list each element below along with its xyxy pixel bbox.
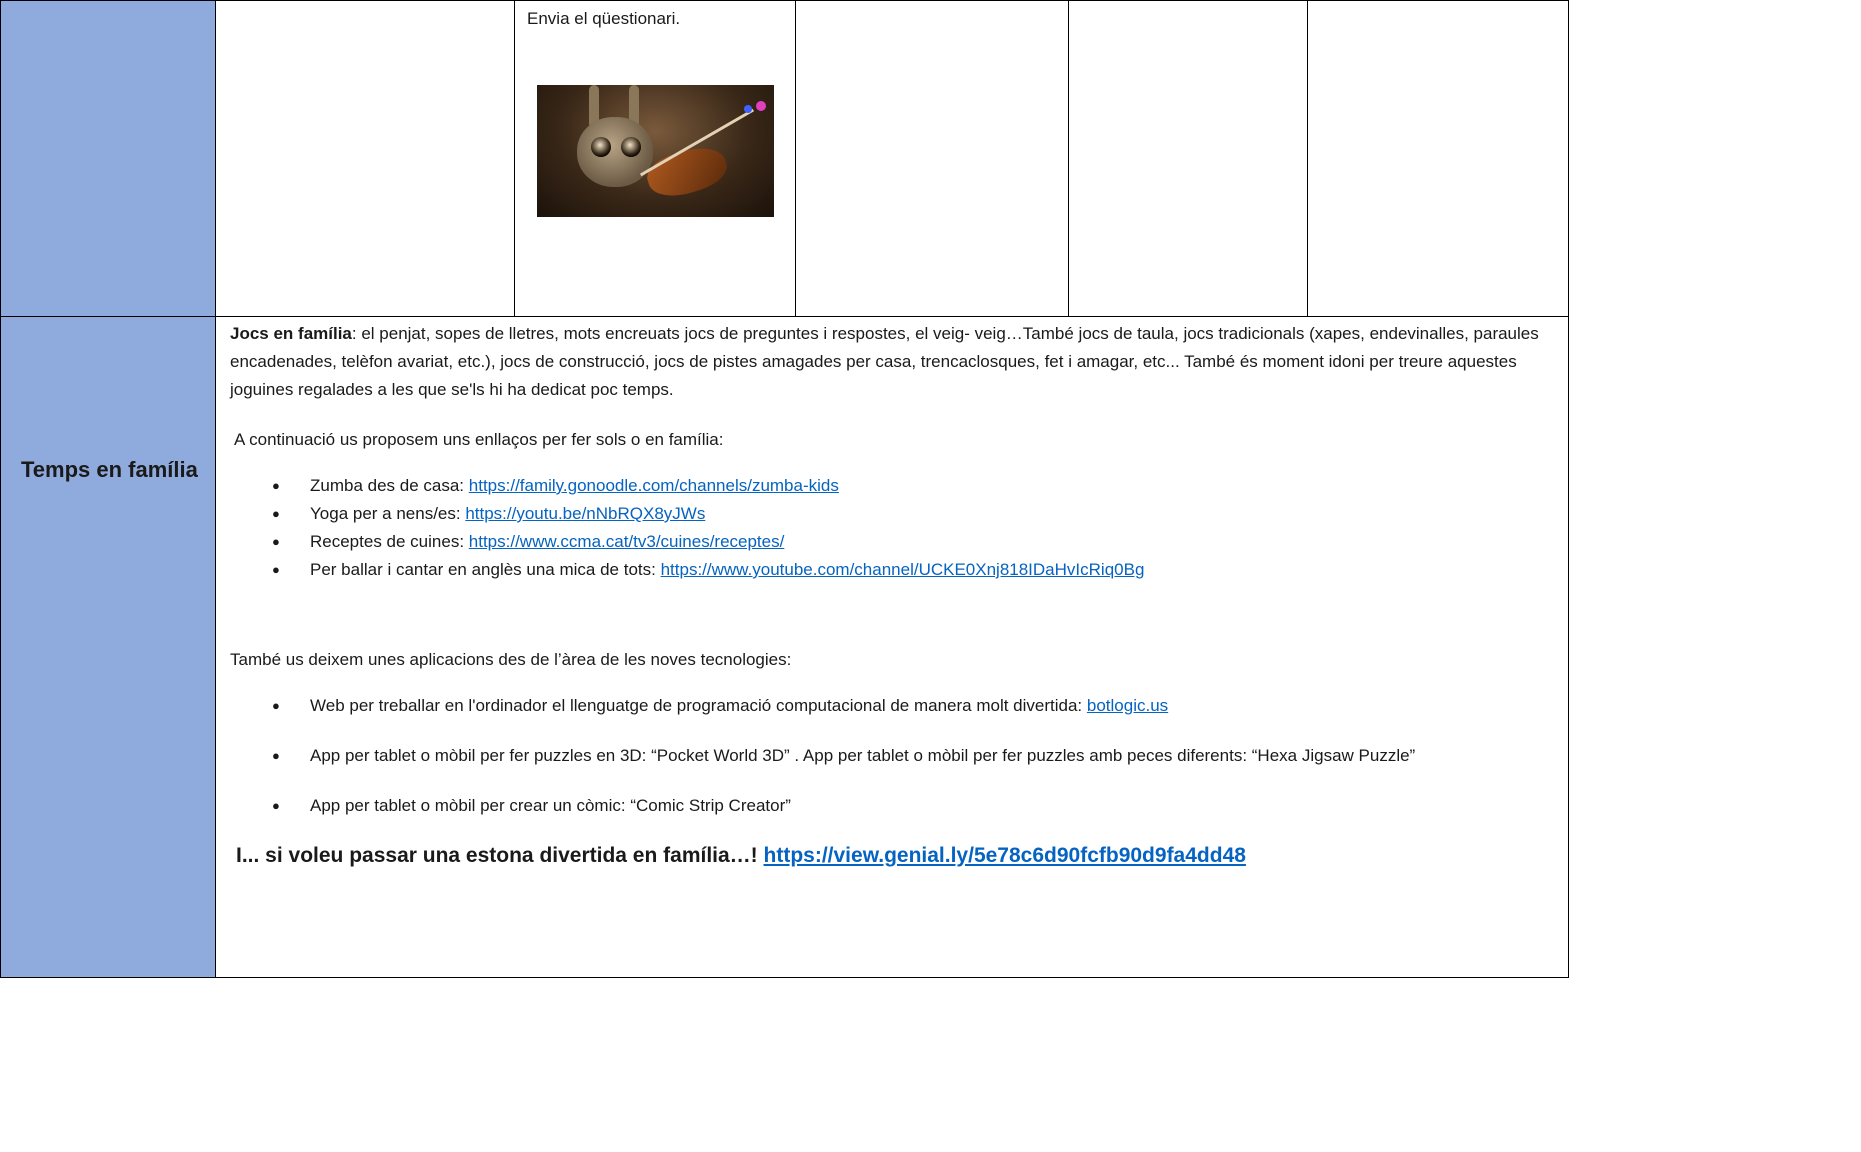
eye-shape — [621, 136, 641, 157]
tech-intro: També us deixem unes aplicacions des de … — [230, 650, 792, 669]
table-row: Envia el qüestionari. — [0, 0, 1569, 317]
table-cell: Envia el qüestionari. — [514, 0, 796, 317]
games-text: : el penjat, sopes de lletres, mots encr… — [230, 324, 1539, 399]
schedule-table: Envia el qüestionari. Temps en família J… — [0, 0, 1569, 978]
app-text: App per tablet o mòbil per fer puzzles e… — [310, 746, 1416, 765]
apps-list: ● Web per treballar en l'ordinador el lle… — [230, 692, 1554, 820]
games-lead: Jocs en família — [230, 324, 352, 343]
list-item: ● Zumba des de casa: https://family.gonoo… — [272, 472, 1554, 500]
youtube-channel-link[interactable]: https://www.youtube.com/channel/UCKE0Xnj… — [661, 560, 1145, 579]
table-cell — [215, 0, 515, 317]
list-item: ● Web per treballar en l'ordinador el lle… — [272, 692, 1554, 720]
document-page: Envia el qüestionari. Temps en família J… — [0, 0, 1569, 978]
recipes-link[interactable]: https://www.ccma.cat/tv3/cuines/receptes… — [469, 532, 785, 551]
character-head — [577, 116, 653, 187]
genially-link[interactable]: https://view.genial.ly/5e78c6d90fcfb90d9… — [764, 844, 1246, 867]
final-line: I... si voleu passar una estona divertid… — [230, 842, 1554, 870]
list-item: ● Yoga per a nens/es: https://youtu.be/nN… — [272, 500, 1554, 528]
zumba-link[interactable]: https://family.gonoodle.com/channels/zum… — [469, 476, 839, 495]
bullet-icon: ● — [272, 534, 280, 549]
list-item: ● App per tablet o mòbil per fer puzzles … — [272, 742, 1554, 770]
light-dot — [744, 104, 752, 113]
bullet-icon: ● — [272, 748, 280, 763]
bullet-icon: ● — [272, 798, 280, 813]
row-label-cell: Temps en família — [0, 316, 216, 978]
list-item: ● App per tablet o mòbil per crear un còm… — [272, 792, 1554, 820]
table-cell — [1068, 0, 1308, 317]
table-cell — [795, 0, 1069, 317]
yoga-link[interactable]: https://youtu.be/nNbRQX8yJWs — [465, 504, 705, 523]
app-text: Web per treballar en l'ordinador el llen… — [310, 696, 1087, 715]
final-text: I... si voleu passar una estona divertid… — [236, 844, 764, 867]
bullet-icon: ● — [272, 562, 280, 577]
list-item: ● Per ballar i cantar en anglès una mica … — [272, 556, 1554, 584]
table-row: Temps en família Jocs en família: el pen… — [0, 316, 1569, 978]
list-item: ● Receptes de cuines: https://www.ccma.ca… — [272, 528, 1554, 556]
cell-text: Envia el qüestionari. — [527, 9, 681, 28]
games-paragraph: Jocs en família: el penjat, sopes de lle… — [230, 320, 1554, 404]
row-label-cell — [0, 0, 216, 317]
links-list: ● Zumba des de casa: https://family.gonoo… — [230, 472, 1554, 584]
content-cell: Jocs en família: el penjat, sopes de lle… — [215, 316, 1569, 978]
bullet-icon: ● — [272, 698, 280, 713]
link-label: Per ballar i cantar en anglès una mica d… — [310, 560, 661, 579]
section-label: Temps en família — [21, 457, 198, 482]
link-label: Zumba des de casa: — [310, 476, 469, 495]
family-content: Jocs en família: el penjat, sopes de lle… — [216, 317, 1568, 870]
link-label: Receptes de cuines: — [310, 532, 469, 551]
violin-character-image — [537, 84, 774, 217]
app-text: App per tablet o mòbil per crear un còmi… — [310, 796, 791, 815]
table-cell — [1307, 0, 1569, 317]
bullet-icon: ● — [272, 478, 280, 493]
bullet-icon: ● — [272, 506, 280, 521]
link-label: Yoga per a nens/es: — [310, 504, 466, 523]
botlogic-link[interactable]: botlogic.us — [1087, 696, 1168, 715]
light-dot — [756, 100, 766, 111]
eye-shape — [591, 136, 611, 157]
links-intro: A continuació us proposem uns enllaços p… — [234, 430, 724, 449]
